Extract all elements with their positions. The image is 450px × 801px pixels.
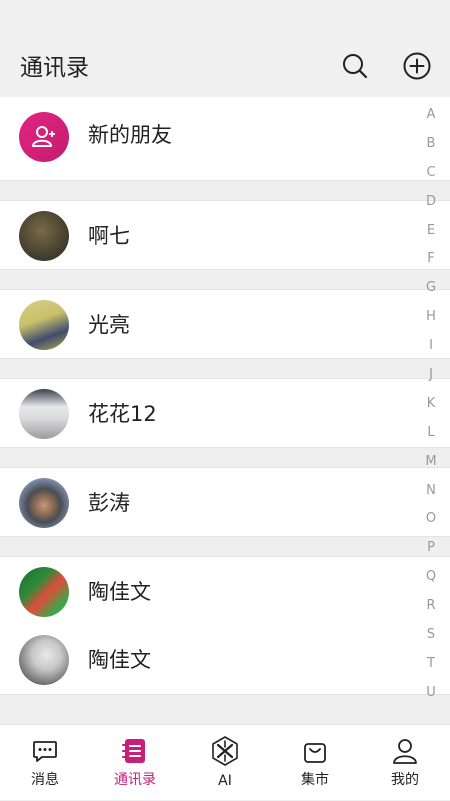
page-title: 通讯录	[20, 55, 89, 81]
contact-name: 陶佳文	[88, 580, 151, 604]
contact-name: 花花12	[88, 402, 157, 426]
tab-label: 集市	[301, 772, 329, 788]
contact-row[interactable]: 陶佳文	[0, 556, 450, 626]
tab-ai[interactable]: AI	[180, 725, 270, 801]
chat-bubble-icon	[31, 737, 59, 765]
tab-label: 消息	[31, 772, 59, 788]
tab-label: AI	[218, 773, 232, 789]
contact-name: 彭涛	[88, 491, 130, 515]
contact-row[interactable]: 陶佳文	[0, 625, 450, 695]
tab-label: 通讯录	[114, 772, 156, 788]
index-letter[interactable]: Q	[419, 563, 443, 592]
search-button[interactable]	[339, 50, 371, 82]
index-letter[interactable]: T	[419, 650, 443, 679]
index-letter[interactable]: J	[419, 361, 443, 390]
profile-icon	[391, 737, 419, 765]
contact-name: 啊七	[88, 224, 130, 248]
contact-row[interactable]: 彭涛	[0, 467, 450, 537]
index-letter[interactable]: H	[419, 303, 443, 332]
avatar	[19, 211, 69, 261]
index-letter[interactable]: E	[419, 217, 443, 246]
contact-name: 光亮	[88, 313, 130, 337]
index-letter[interactable]: O	[419, 505, 443, 534]
index-letter[interactable]: I	[419, 332, 443, 361]
avatar	[19, 478, 69, 528]
tab-contacts[interactable]: 通讯录	[90, 725, 180, 801]
ai-knot-icon	[209, 735, 241, 767]
search-icon	[343, 54, 368, 79]
avatar	[19, 300, 69, 350]
bottom-tab-bar: 消息 通讯录 AI 集市 我的	[0, 724, 450, 800]
index-letter[interactable]: S	[419, 621, 443, 650]
contact-row[interactable]: 啊七	[0, 200, 450, 270]
index-letter[interactable]: B	[419, 130, 443, 159]
index-letter[interactable]: R	[419, 592, 443, 621]
tab-market[interactable]: 集市	[270, 725, 360, 801]
contact-row[interactable]: 花花12	[0, 378, 450, 448]
tab-messages[interactable]: 消息	[0, 725, 90, 801]
index-letter[interactable]: L	[419, 419, 443, 448]
index-letter[interactable]: F	[419, 245, 443, 274]
tab-profile[interactable]: 我的	[360, 725, 450, 801]
top-bar: 通讯录	[0, 0, 450, 96]
index-letter[interactable]: N	[419, 477, 443, 506]
index-letter[interactable]: C	[419, 159, 443, 188]
avatar	[19, 567, 69, 617]
index-letter[interactable]: P	[419, 534, 443, 563]
alphabet-index[interactable]: A B C D E F G H I J K L M N O P Q R S T …	[419, 101, 443, 708]
index-letter[interactable]: D	[419, 188, 443, 217]
new-friends-label: 新的朋友	[88, 123, 172, 147]
plus-circle-icon	[403, 52, 431, 80]
contact-row[interactable]: 光亮	[0, 289, 450, 359]
index-letter[interactable]: K	[419, 390, 443, 419]
add-button[interactable]	[401, 50, 433, 82]
index-letter[interactable]: M	[419, 448, 443, 477]
tab-label: 我的	[391, 772, 419, 788]
index-letter[interactable]: G	[419, 274, 443, 303]
add-user-icon	[19, 112, 69, 162]
new-friends-row[interactable]: 新的朋友	[0, 97, 450, 181]
contact-name: 陶佳文	[88, 648, 151, 672]
index-letter[interactable]: A	[419, 101, 443, 130]
shopping-bag-icon	[301, 737, 329, 765]
contacts-book-icon	[121, 737, 149, 765]
avatar	[19, 389, 69, 439]
index-letter[interactable]: U	[419, 679, 443, 708]
avatar	[19, 635, 69, 685]
